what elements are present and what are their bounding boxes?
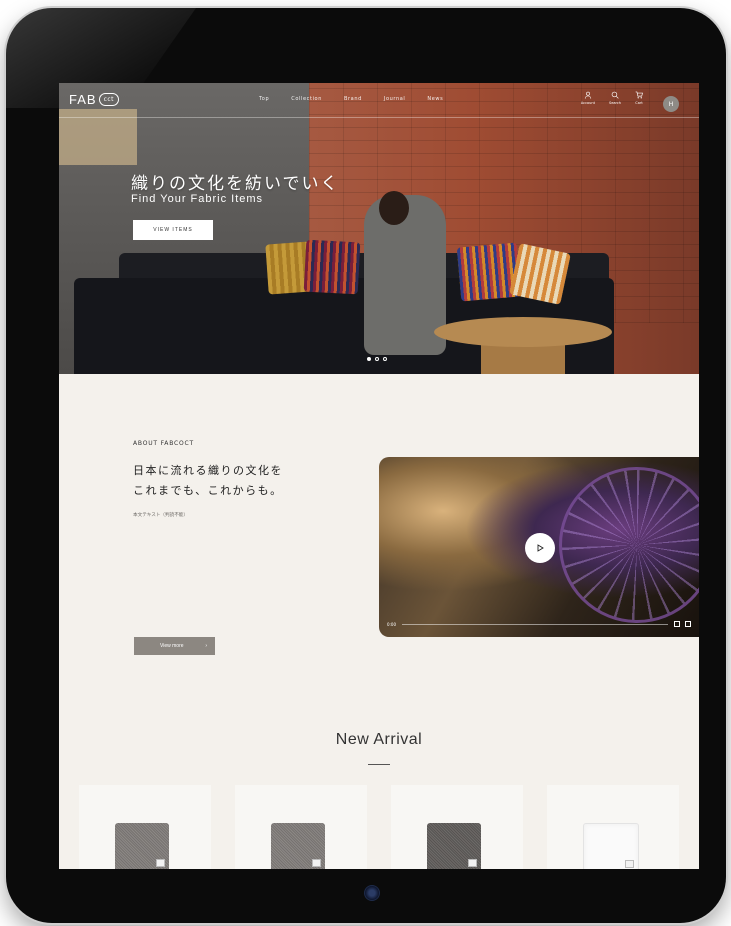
video-control-icons	[674, 621, 691, 627]
hero-banner: FAB cct Top Collection Brand Journal New…	[59, 83, 699, 374]
product-tag	[468, 859, 477, 867]
video-time: 0:00	[387, 621, 396, 627]
search-label: Search	[608, 101, 621, 105]
account-label: Account	[580, 101, 595, 105]
hero-overlay: FAB cct Top Collection Brand Journal New…	[59, 83, 699, 374]
view-more-button[interactable]: View more ›	[134, 637, 215, 655]
product-tag	[625, 860, 634, 868]
user-icon	[584, 91, 592, 99]
product-card[interactable]	[391, 785, 523, 869]
product-card[interactable]	[79, 785, 211, 869]
search-icon	[611, 91, 619, 99]
settings-icon[interactable]	[674, 621, 680, 627]
play-icon	[537, 544, 544, 552]
header-actions: Account Search Cart	[581, 91, 643, 105]
product-card[interactable]	[547, 785, 679, 869]
avatar[interactable]: H	[663, 96, 679, 112]
new-arrival-title: New Arrival	[335, 731, 423, 748]
about-body-text: 本文テキスト（判読不能）	[133, 513, 188, 518]
video-player[interactable]: 0:00	[379, 457, 699, 637]
nav-item-top[interactable]: Top	[259, 96, 269, 102]
nav-item-news[interactable]: News	[427, 96, 443, 102]
logo-badge: cct	[98, 93, 120, 106]
product-list	[79, 785, 679, 869]
spinning-wheel-image	[559, 467, 699, 623]
nav-item-collection[interactable]: Collection	[291, 96, 322, 102]
tablet-frame: FAB cct Top Collection Brand Journal New…	[6, 8, 726, 923]
video-progress-bar[interactable]	[401, 623, 668, 625]
play-button[interactable]	[525, 533, 555, 563]
account-button[interactable]: Account	[581, 91, 595, 105]
product-image-gray-towel	[115, 823, 169, 869]
cart-icon	[635, 91, 643, 99]
carousel-dot-2[interactable]	[375, 357, 379, 361]
about-label: ABOUT FABCOCT	[133, 440, 194, 447]
product-image-dark-towel	[427, 823, 481, 869]
product-card[interactable]	[235, 785, 367, 869]
video-controls: 0:00	[387, 619, 691, 629]
main-nav: Top Collection Brand Journal News	[259, 96, 443, 102]
section-divider	[368, 764, 390, 765]
product-tag	[156, 859, 165, 867]
chevron-right-icon: ›	[205, 643, 207, 649]
fullscreen-icon[interactable]	[685, 621, 691, 627]
hero-subtitle: Find Your Fabric Items	[131, 193, 264, 205]
carousel-dots	[367, 357, 387, 361]
cart-button[interactable]: Cart	[635, 91, 643, 105]
carousel-dot-1[interactable]	[367, 357, 371, 361]
nav-item-brand[interactable]: Brand	[344, 96, 362, 102]
carousel-dot-3[interactable]	[383, 357, 387, 361]
nav-item-journal[interactable]: Journal	[384, 96, 406, 102]
view-more-label: View more	[160, 643, 184, 649]
view-items-button[interactable]: VIEW ITEMS	[133, 220, 213, 240]
tablet-camera	[364, 885, 380, 901]
cart-label: Cart	[635, 101, 643, 105]
hero-title: 織りの文化を紡いでいく	[131, 174, 340, 194]
logo-text: FAB	[69, 92, 97, 107]
product-image-gray-towel	[271, 823, 325, 869]
site-header: FAB cct Top Collection Brand Journal New…	[59, 83, 699, 118]
site-logo[interactable]: FAB cct	[69, 92, 120, 107]
product-image-white-towel	[583, 823, 639, 869]
product-tag	[312, 859, 321, 867]
search-button[interactable]: Search	[609, 91, 621, 105]
about-title: 日本に流れる織りの文化を これまでも、これからも。	[133, 464, 283, 497]
website-screen: FAB cct Top Collection Brand Journal New…	[59, 83, 699, 869]
